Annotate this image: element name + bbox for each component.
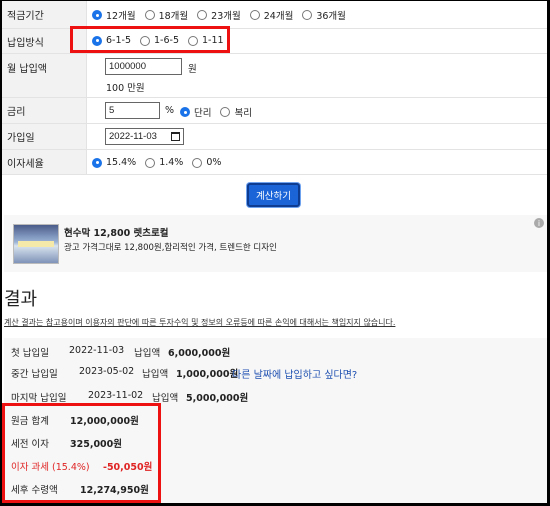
middle-payment-label: 중간 납입일: [11, 369, 58, 380]
join-date-row: 가입일 2022-11-03: [2, 123, 547, 149]
calendar-icon[interactable]: [171, 132, 180, 141]
period-option-18[interactable]: 18개월: [144, 8, 188, 22]
ad-title[interactable]: 현수막 12,800 렛츠로컬: [64, 225, 168, 239]
rate-input[interactable]: [105, 102, 160, 119]
period-option-12[interactable]: 12개월: [92, 8, 136, 22]
period-row: 적금기간 12개월 18개월 23개월 24개월 36개월: [2, 1, 547, 28]
join-date-input[interactable]: 2022-11-03: [105, 128, 184, 145]
ad-info-icon[interactable]: i: [534, 218, 544, 228]
monthly-row: 월 납입액 원 100 만원: [2, 53, 547, 97]
rate-type-options: 단리 복리: [180, 105, 261, 119]
last-payment-date: 2023-11-02: [88, 390, 144, 401]
middle-payment-amount-label: 납입액: [142, 369, 169, 380]
monthly-amount-input[interactable]: [105, 58, 182, 75]
tax-row: 이자세율 15.4% 1.4% 0%: [2, 149, 547, 175]
rate-compound-option[interactable]: 복리: [220, 105, 252, 119]
other-date-link[interactable]: 다른 날짜에 납입하고 싶다면?: [232, 366, 357, 381]
join-date-value: 2022-11-03: [109, 131, 157, 142]
tax-option-14[interactable]: 1.4%: [145, 157, 183, 168]
period-label: 적금기간: [2, 1, 87, 28]
result-title: 결과: [4, 289, 38, 310]
ad-thumbnail[interactable]: [13, 224, 59, 264]
summary-highlight-box: [2, 403, 161, 503]
tax-options: 15.4% 1.4% 0%: [92, 157, 230, 168]
join-date-label: 가입일: [2, 124, 87, 149]
ad-banner[interactable]: 현수막 12,800 렛츠로컬 광고 가격그대로 12,800원,합리적인 가격…: [4, 215, 547, 272]
tax-option-154[interactable]: 15.4%: [92, 157, 136, 168]
calculator-page: 적금기간 12개월 18개월 23개월 24개월 36개월 납입방식 6-1-5…: [1, 0, 548, 504]
last-payment-label: 마지막 납입일: [11, 393, 67, 404]
rate-label: 금리: [2, 98, 87, 123]
method-highlight-box: [70, 26, 230, 53]
rate-simple-option[interactable]: 단리: [180, 105, 211, 119]
last-payment-amount-label: 납입액: [152, 393, 179, 404]
last-payment-amount: 5,000,000원: [186, 393, 249, 404]
first-payment-amount: 6,000,000원: [168, 348, 231, 359]
period-option-24[interactable]: 24개월: [249, 8, 293, 22]
period-option-36[interactable]: 36개월: [302, 8, 346, 22]
monthly-hint: 100 만원: [106, 83, 145, 94]
monthly-label: 월 납입액: [2, 54, 87, 97]
first-payment-date: 2022-11-03: [69, 345, 125, 356]
tax-label: 이자세율: [2, 150, 87, 174]
rate-unit: %: [165, 105, 175, 116]
middle-payment-date: 2023-05-02: [79, 366, 135, 377]
period-options: 12개월 18개월 23개월 24개월 36개월: [92, 8, 355, 22]
rate-row: 금리 % 단리 복리: [2, 97, 547, 123]
middle-payment-amount: 1,000,000원: [176, 369, 239, 380]
period-option-23[interactable]: 23개월: [197, 8, 241, 22]
first-payment-amount-label: 납입액: [134, 348, 161, 359]
monthly-unit: 원: [188, 64, 197, 75]
calculate-button[interactable]: 계산하기: [247, 183, 300, 207]
first-payment-label: 첫 납입일: [11, 348, 49, 359]
result-disclaimer: 계산 결과는 참고용이며 이용자의 판단에 따른 투자수익 및 정보의 오류등에…: [4, 318, 396, 327]
ad-description: 광고 가격그대로 12,800원,합리적인 가격, 트렌드한 디자인: [64, 243, 277, 253]
tax-option-0[interactable]: 0%: [192, 157, 221, 168]
